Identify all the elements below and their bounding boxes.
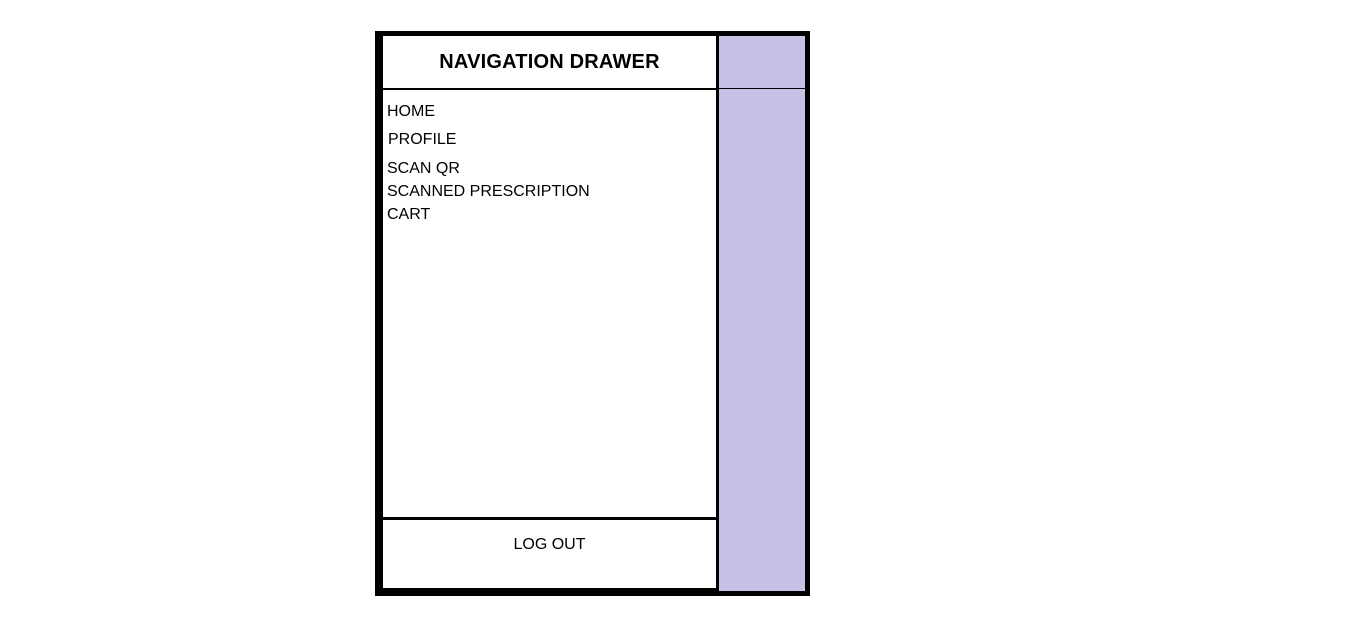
menu-item-home[interactable]: HOME [387, 103, 435, 121]
scrim-divider [719, 88, 805, 89]
drawer-header: NAVIGATION DRAWER [383, 36, 716, 90]
drawer-title: NAVIGATION DRAWER [439, 50, 660, 73]
logout-button[interactable]: LOG OUT [383, 536, 716, 554]
menu-item-scan-qr[interactable]: SCAN QR [387, 160, 460, 178]
navigation-drawer: NAVIGATION DRAWER HOME PROFILE SCAN QR S… [383, 36, 716, 588]
drawer-scrim[interactable] [719, 36, 805, 591]
drawer-footer: LOG OUT [383, 517, 716, 591]
menu-item-profile[interactable]: PROFILE [388, 131, 456, 149]
menu-item-cart[interactable]: CART [387, 206, 430, 224]
menu-item-scanned-prescription[interactable]: SCANNED PRESCRIPTION [387, 183, 590, 201]
